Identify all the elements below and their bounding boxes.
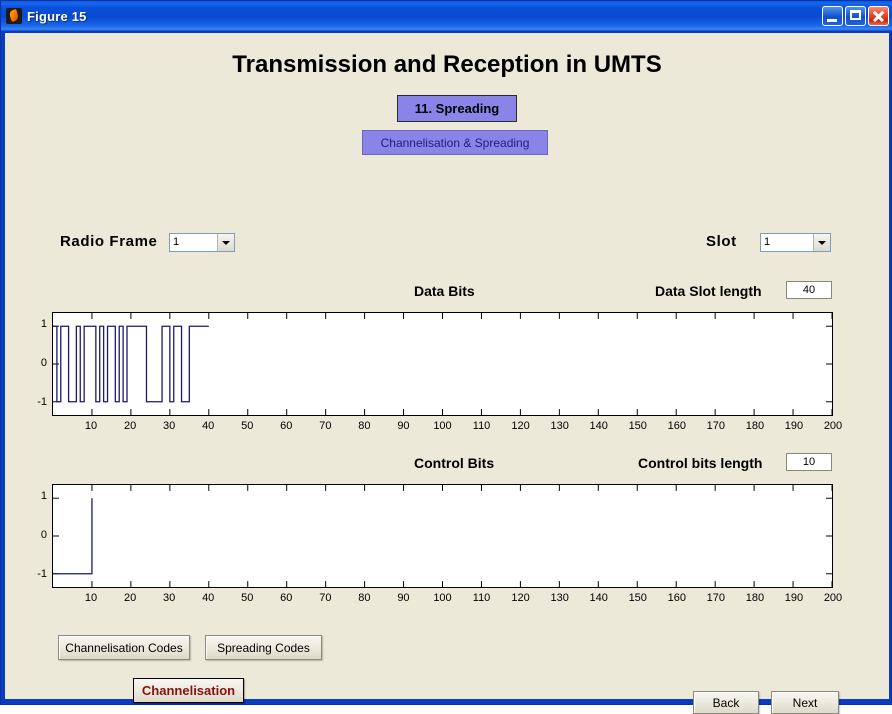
channelisation-button[interactable]: Channelisation [133,678,244,703]
y-tick-label: 0 [40,529,47,541]
window-title: Figure 15 [27,8,87,24]
x-tick-label: 170 [706,420,726,432]
data-slot-length-field[interactable]: 40 [786,281,832,299]
x-tick-label: 90 [397,420,410,432]
data-bits-plot [52,312,833,416]
page-title: Transmission and Reception in UMTS [232,51,662,78]
slot-label: Slot [706,233,737,250]
chevron-down-icon [813,234,830,251]
spreading-codes-button[interactable]: Spreading Codes [205,635,322,660]
control-bits-caption: Control Bits [414,455,495,471]
x-tick-label: 190 [784,592,804,604]
x-tick-label: 150 [628,420,647,432]
x-tick-label: 180 [745,592,765,604]
y-tick-label: 1 [40,318,47,331]
channelisation-spreading-button[interactable]: Channelisation & Spreading [362,130,548,155]
x-tick-label: 200 [823,592,843,604]
close-icon[interactable] [868,6,889,26]
x-tick-label: 60 [280,420,293,432]
x-tick-label: 10 [84,592,98,604]
x-tick-label: 150 [628,592,647,604]
x-tick-label: 200 [823,420,843,432]
x-tick-label: 10 [84,420,98,432]
minimize-icon[interactable] [822,6,843,26]
x-tick-label: 140 [589,592,608,604]
matlab-icon [6,8,22,24]
radio-frame-dropdown[interactable]: 1 [169,233,235,252]
title-bar: Figure 15 [1,1,892,31]
x-tick-label: 50 [241,592,254,604]
control-bits-length-field[interactable]: 10 [786,453,832,471]
x-tick-label: 60 [280,592,293,604]
radio-frame-label: Radio Frame [60,233,158,250]
figure-canvas: Transmission and Reception in UMTS 11. S… [5,33,889,714]
x-tick-label: 140 [589,420,608,432]
x-tick-label: 100 [433,592,452,604]
x-tick-label: 130 [550,592,569,604]
data-slot-length-label: Data Slot length [655,283,762,299]
y-tick-label: -1 [37,567,47,580]
chevron-down-icon [217,234,234,251]
x-tick-label: 40 [202,592,215,604]
maximize-icon[interactable] [845,6,866,26]
x-tick-label: 50 [241,420,254,432]
x-tick-label: 100 [433,420,452,432]
x-tick-label: 20 [123,592,137,604]
control-bits-length-label: Control bits length [638,455,763,471]
channelisation-codes-button[interactable]: Channelisation Codes [58,635,190,660]
next-button[interactable]: Next [771,691,839,714]
x-tick-label: 30 [163,592,176,604]
x-tick-label: 110 [472,592,491,604]
data-bits-svg [53,313,832,415]
x-tick-label: 130 [550,420,569,432]
x-tick-label: 190 [784,420,804,432]
y-tick-label: 1 [40,490,47,503]
window-controls [822,6,889,26]
slot-dropdown[interactable]: 1 [760,233,831,252]
slot-value: 1 [764,236,771,248]
step-spreading-button[interactable]: 11. Spreading [397,95,517,122]
x-tick-label: 160 [667,592,686,604]
x-tick-label: 110 [472,420,491,432]
figure-window: Figure 15 Transmission and Reception in … [0,0,892,714]
x-tick-label: 120 [511,420,530,432]
x-tick-label: 120 [511,592,530,604]
x-tick-label: 30 [163,420,176,432]
x-tick-label: 160 [667,420,686,432]
x-tick-label: 80 [358,420,371,432]
x-tick-label: 180 [745,420,765,432]
x-tick-label: 90 [397,592,410,604]
back-button[interactable]: Back [693,691,759,714]
radio-frame-value: 1 [173,236,180,248]
x-tick-label: 70 [319,420,332,432]
x-tick-label: 70 [319,592,332,604]
x-tick-label: 170 [706,592,726,604]
y-tick-label: -1 [37,395,47,408]
control-bits-svg [53,485,832,587]
data-bits-caption: Data Bits [414,283,475,299]
x-tick-label: 80 [358,592,371,604]
x-tick-label: 40 [202,420,215,432]
control-bits-plot [52,484,833,588]
y-tick-label: 0 [40,357,47,369]
x-tick-label: 20 [123,420,137,432]
